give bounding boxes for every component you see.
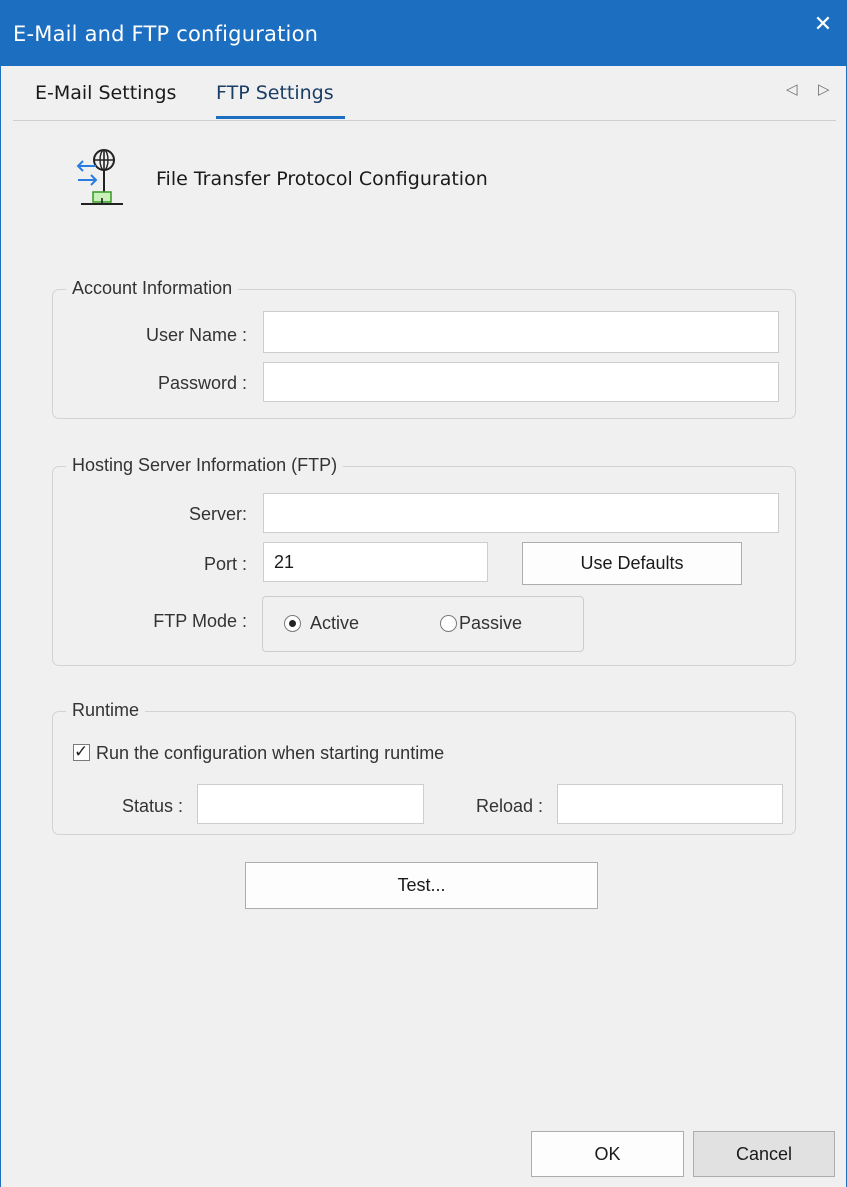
passive-radio-label[interactable]: Passive xyxy=(459,613,522,634)
use-defaults-button[interactable]: Use Defaults xyxy=(522,542,742,585)
ftp-mode-label: FTP Mode : xyxy=(153,611,247,631)
active-radio[interactable] xyxy=(284,615,301,632)
ok-button[interactable]: OK xyxy=(531,1131,684,1177)
server-label: Server: xyxy=(188,504,247,524)
reload-label: Reload : xyxy=(475,796,543,816)
test-button[interactable]: Test... xyxy=(245,862,598,909)
hosting-server-legend: Hosting Server Information (FTP) xyxy=(66,455,344,476)
ftp-network-icon xyxy=(71,146,123,217)
window-title: E-Mail and FTP configuration xyxy=(13,22,319,46)
close-icon[interactable]: ✕ xyxy=(812,14,834,36)
ftp-config-dialog: E-Mail and FTP configuration ✕ E-Mail Se… xyxy=(0,0,847,1187)
port-input[interactable] xyxy=(263,542,488,582)
password-input[interactable] xyxy=(263,362,779,402)
tab-strip: E-Mail Settings FTP Settings ◁ ▷ xyxy=(13,66,836,121)
radio-selected-dot xyxy=(289,620,296,627)
reload-input[interactable] xyxy=(557,784,783,824)
status-label: Status : xyxy=(121,796,183,816)
title-bar[interactable]: E-Mail and FTP configuration ✕ xyxy=(1,0,847,66)
tab-ftp-settings[interactable]: FTP Settings xyxy=(216,82,334,104)
ok-button-label: OK xyxy=(594,1144,621,1164)
status-input[interactable] xyxy=(197,784,424,824)
username-label: User Name : xyxy=(145,325,247,345)
username-input[interactable] xyxy=(263,311,779,353)
tab-scroll-right-icon[interactable]: ▷ xyxy=(818,80,830,98)
tab-email-settings[interactable]: E-Mail Settings xyxy=(35,82,176,104)
run-on-startup-label[interactable]: Run the configuration when starting runt… xyxy=(96,743,444,764)
header-title: File Transfer Protocol Configuration xyxy=(156,168,488,190)
password-label: Password : xyxy=(157,373,247,393)
checkmark-icon: ✓ xyxy=(74,742,89,762)
passive-radio[interactable] xyxy=(440,615,457,632)
use-defaults-label: Use Defaults xyxy=(580,553,684,573)
runtime-legend: Runtime xyxy=(66,700,146,721)
tab-scroll-left-icon[interactable]: ◁ xyxy=(786,80,798,98)
cancel-button-label: Cancel xyxy=(735,1144,793,1164)
test-button-label: Test... xyxy=(397,875,446,895)
server-input[interactable] xyxy=(263,493,779,533)
active-radio-label[interactable]: Active xyxy=(310,613,359,634)
account-information-legend: Account Information xyxy=(66,278,239,299)
run-on-startup-checkbox[interactable]: ✓ xyxy=(73,742,90,762)
cancel-button[interactable]: Cancel xyxy=(693,1131,835,1177)
active-tab-indicator xyxy=(216,116,345,119)
port-label: Port : xyxy=(203,554,247,574)
